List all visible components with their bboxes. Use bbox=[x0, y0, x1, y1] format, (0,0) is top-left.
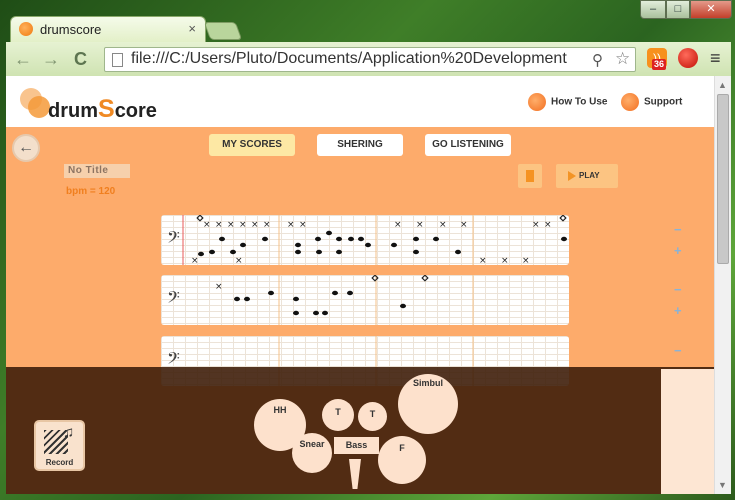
scroll-down-icon[interactable]: ▼ bbox=[718, 480, 727, 490]
staff-1-add-button[interactable]: + bbox=[674, 244, 682, 257]
support-link[interactable]: Support bbox=[621, 93, 682, 111]
svg-text:×: × bbox=[215, 282, 223, 292]
svg-text:×: × bbox=[203, 220, 211, 230]
svg-text:×: × bbox=[394, 220, 402, 230]
forward-nav-icon[interactable]: → bbox=[42, 49, 60, 70]
bass-clef-icon: 𝄢 bbox=[167, 227, 180, 251]
bass-clef-icon: 𝄢 bbox=[167, 287, 180, 311]
drum-snare[interactable]: Snear bbox=[292, 433, 332, 473]
favicon-icon bbox=[19, 22, 33, 36]
go-listening-button[interactable]: GO LISTENING bbox=[425, 134, 511, 156]
score-staff-2[interactable]: 𝄢 × bbox=[161, 275, 569, 325]
hihat-notes: × bbox=[215, 282, 223, 292]
reload-icon[interactable]: C bbox=[74, 49, 87, 70]
how-to-use-icon bbox=[528, 93, 546, 111]
my-scores-button[interactable]: MY SCORES bbox=[209, 134, 295, 156]
svg-text:×: × bbox=[251, 220, 259, 230]
app-header: drumScore How To Use Support bbox=[6, 76, 714, 127]
play-label: PLAY bbox=[579, 171, 600, 180]
cymbal-notes bbox=[371, 275, 429, 282]
svg-text:×: × bbox=[501, 256, 509, 265]
svg-text:×: × bbox=[235, 256, 243, 265]
logo-circle-2 bbox=[28, 96, 50, 118]
how-to-use-label: How To Use bbox=[551, 96, 608, 108]
staff-1-remove-button[interactable]: − bbox=[674, 223, 682, 236]
drum-notes bbox=[234, 290, 406, 316]
menu-icon[interactable]: ≡ bbox=[710, 48, 721, 69]
shering-button[interactable]: SHERING bbox=[317, 134, 403, 156]
browser-tab[interactable]: drumscore × bbox=[10, 16, 206, 42]
rss-count-badge: 36 bbox=[652, 59, 667, 70]
drum-tom-2[interactable]: T bbox=[358, 402, 387, 431]
scroll-up-icon[interactable]: ▲ bbox=[718, 80, 727, 90]
page-viewport: drumScore How To Use Support ← MY SCORES… bbox=[6, 76, 714, 494]
drum-bass[interactable]: Bass bbox=[334, 437, 379, 454]
svg-text:×: × bbox=[227, 220, 235, 230]
svg-text:×: × bbox=[522, 256, 530, 265]
stop-button[interactable] bbox=[518, 164, 542, 188]
svg-text:×: × bbox=[215, 220, 223, 230]
svg-text:×: × bbox=[263, 220, 271, 230]
drum-tom-1[interactable]: T bbox=[322, 399, 354, 431]
score-title-field[interactable]: No Title bbox=[64, 164, 130, 178]
music-note-icon: ♫ bbox=[63, 424, 75, 441]
scrollbar-thumb[interactable] bbox=[717, 94, 729, 264]
minimize-button[interactable]: – bbox=[640, 0, 666, 19]
score-staff-1[interactable]: 𝄢 × × × × × × × × × × × × × × × × × × × bbox=[161, 215, 569, 265]
record-label: Record bbox=[45, 458, 74, 467]
stop-icon bbox=[526, 170, 534, 182]
address-bar[interactable]: file:///C:/Users/Pluto/Documents/Applica… bbox=[104, 47, 636, 72]
back-arrow-icon[interactable]: ← bbox=[12, 134, 40, 162]
record-button[interactable]: ♫ Record bbox=[34, 420, 85, 471]
support-icon bbox=[621, 93, 639, 111]
browser-window: drumscore × – □ ✕ ← → C file:///C:/Users… bbox=[0, 0, 735, 500]
play-icon bbox=[568, 170, 576, 181]
svg-text:×: × bbox=[287, 220, 295, 230]
page-icon bbox=[112, 53, 123, 67]
search-icon[interactable]: ⚲ bbox=[592, 51, 603, 69]
drum-cymbal[interactable]: Simbul bbox=[398, 374, 458, 434]
svg-text:×: × bbox=[299, 220, 307, 230]
support-label: Support bbox=[644, 96, 683, 108]
staff-2-notes: 𝄢 × bbox=[167, 275, 474, 325]
svg-text:×: × bbox=[191, 256, 199, 265]
close-window-button[interactable]: ✕ bbox=[690, 0, 732, 19]
svg-text:×: × bbox=[239, 220, 247, 230]
svg-text:×: × bbox=[544, 220, 552, 230]
staff-3-remove-button[interactable]: − bbox=[674, 344, 682, 357]
svg-text:×: × bbox=[460, 220, 468, 230]
rss-icon[interactable]: )) 36 bbox=[647, 48, 667, 70]
svg-text:×: × bbox=[439, 220, 447, 230]
staff-2-remove-button[interactable]: − bbox=[674, 283, 682, 296]
staff-1-notes: 𝄢 × × × × × × × × × × × × × × × × × × × bbox=[167, 215, 567, 265]
drum-notes bbox=[198, 230, 567, 257]
new-tab-button[interactable] bbox=[203, 22, 243, 40]
hihat-notes: × × × × × × × × × × × × × × × × × × × bbox=[191, 220, 552, 265]
tab-title: drumscore bbox=[40, 22, 102, 37]
bpm-label[interactable]: bpm = 120 bbox=[66, 186, 115, 197]
staff-2-add-button[interactable]: + bbox=[674, 304, 682, 317]
drum-floor-tom[interactable]: F bbox=[378, 436, 426, 484]
browser-toolbar: ← → C file:///C:/Users/Pluto/Documents/A… bbox=[6, 42, 731, 76]
logo-text-s: S bbox=[98, 95, 115, 123]
svg-text:×: × bbox=[532, 220, 540, 230]
logo-text-prefix: drum bbox=[48, 100, 98, 122]
url-text[interactable]: file:///C:/Users/Pluto/Documents/Applica… bbox=[131, 50, 591, 68]
drum-pad-panel bbox=[6, 367, 714, 494]
vertical-scrollbar[interactable]: ▲ ▼ bbox=[714, 76, 731, 494]
extension-icon[interactable] bbox=[678, 48, 698, 68]
how-to-use-link[interactable]: How To Use bbox=[528, 93, 607, 111]
logo-text-suffix: core bbox=[114, 100, 157, 122]
play-button[interactable]: PLAY bbox=[556, 164, 618, 188]
logo-text: drumScore bbox=[48, 95, 157, 124]
svg-text:×: × bbox=[479, 256, 487, 265]
maximize-button[interactable]: □ bbox=[666, 0, 690, 19]
back-nav-icon[interactable]: ← bbox=[14, 49, 32, 70]
tab-close-icon[interactable]: × bbox=[188, 21, 196, 36]
svg-text:×: × bbox=[416, 220, 424, 230]
star-icon[interactable]: ☆ bbox=[615, 49, 630, 69]
right-side-panel bbox=[661, 369, 714, 494]
